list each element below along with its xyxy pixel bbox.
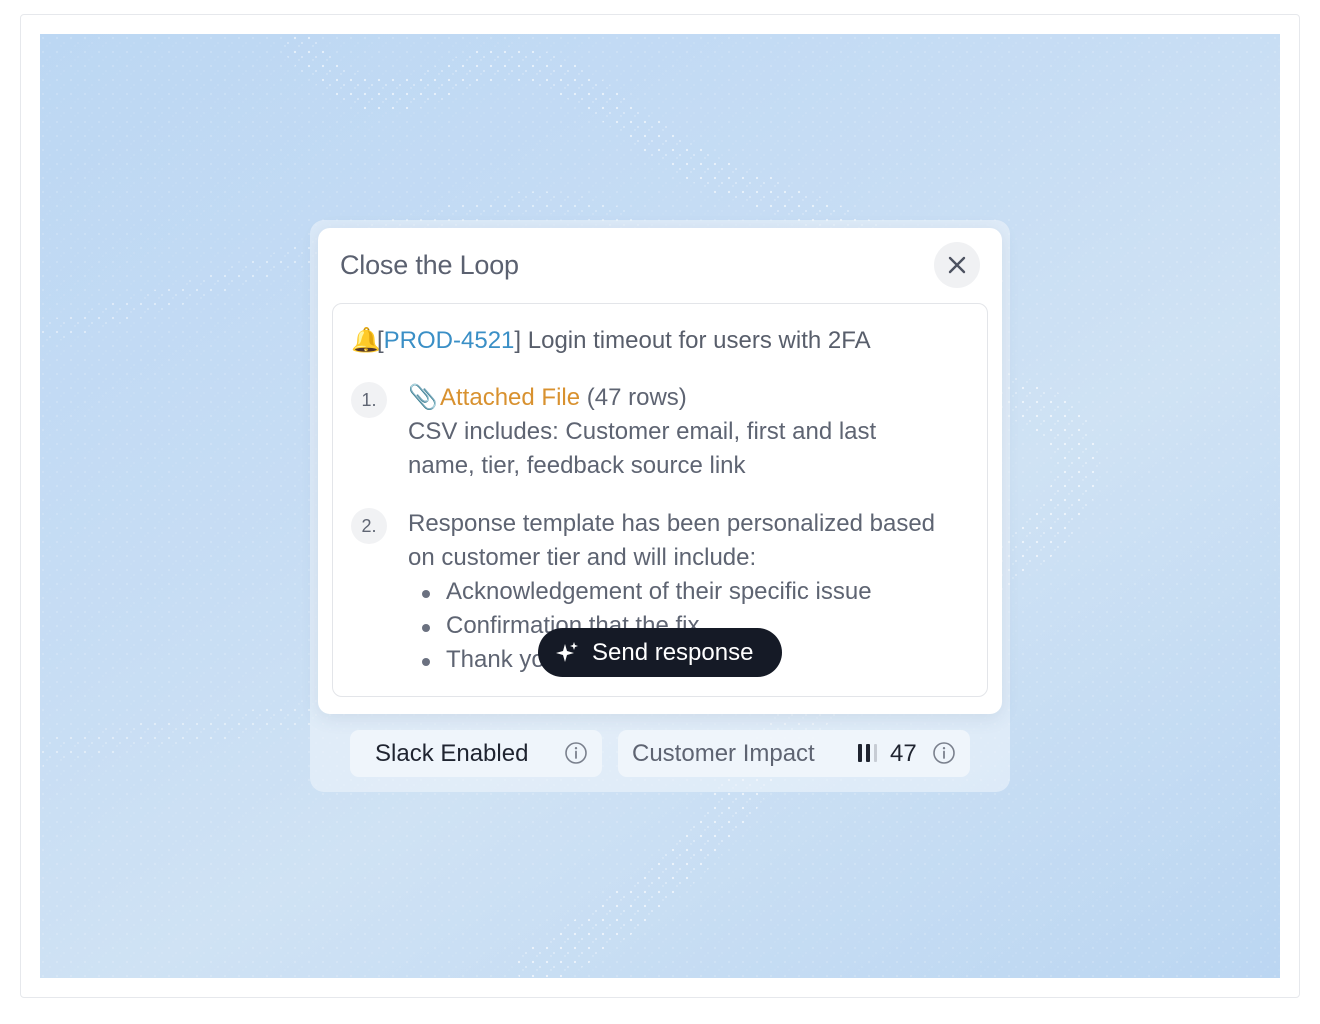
list-number-2: 2. [351,508,387,544]
sparkle-icon [556,641,578,662]
signal-bars-icon [858,744,877,762]
close-icon [948,256,966,274]
customer-impact-label: Customer Impact [632,739,815,767]
ticket-headline: 🔔[PROD-4521] Login timeout for users wit… [351,326,871,355]
info-icon[interactable] [932,741,956,765]
list-item: Acknowledgement of their specific issue [408,575,948,609]
attached-file-link[interactable]: Attached File [440,384,580,411]
send-response-label: Send response [592,638,754,666]
modal-title: Close the Loop [340,250,519,280]
customer-impact-value: 47 [890,739,917,767]
attached-file-description: CSV includes: Customer email, first and … [408,418,877,479]
ticket-open-bracket: [ [377,327,384,354]
send-response-button[interactable]: Send response [538,628,782,677]
ticket-link[interactable]: PROD-4521 [384,327,515,354]
customer-impact-pill[interactable]: Customer Impact 47 [618,730,970,777]
list-number-1: 1. [351,382,387,418]
ticket-title: Login timeout for users with 2FA [521,327,871,354]
paperclip-icon: 📎 [408,384,438,411]
info-icon[interactable] [564,741,588,765]
slack-status-label: Slack Enabled [375,739,529,767]
close-button[interactable] [934,242,980,288]
list-item-1: 📎Attached File (47 rows) CSV includes: C… [408,381,948,483]
attached-file-rows: (47 rows) [580,384,687,411]
template-description: Response template has been personalized … [408,510,936,571]
bell-icon: 🔔 [351,327,381,354]
slack-status-pill[interactable]: Slack Enabled [350,730,602,777]
